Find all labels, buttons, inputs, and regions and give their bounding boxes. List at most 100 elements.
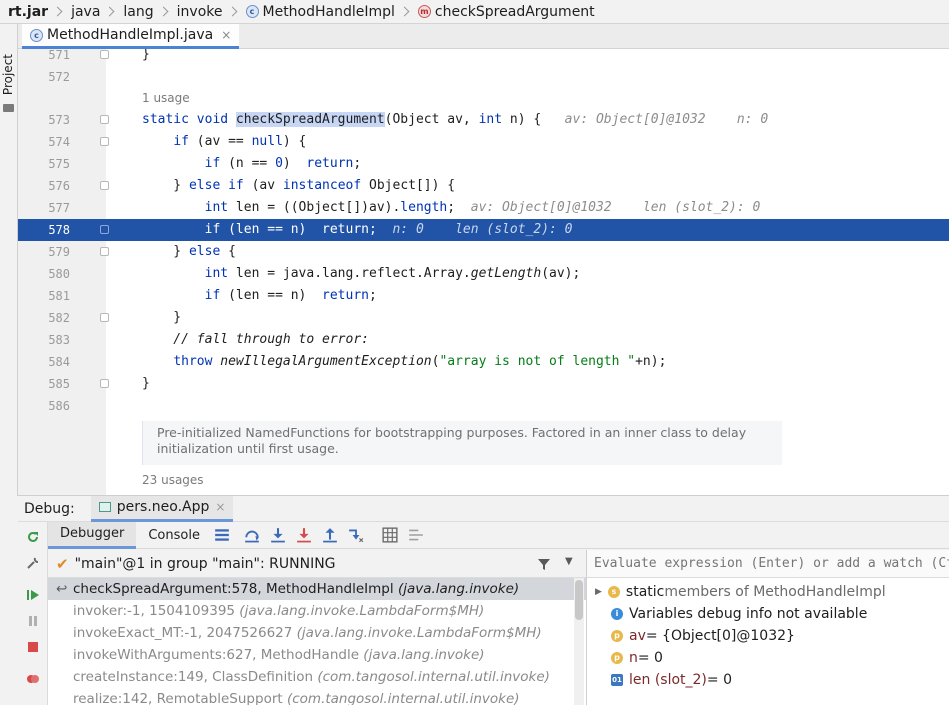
class-icon: c — [245, 5, 259, 18]
chevron-down-icon[interactable]: ▼ — [565, 556, 573, 567]
chevron-right-icon[interactable]: ▶ — [595, 581, 602, 603]
step-over-icon[interactable] — [244, 527, 260, 543]
tab-console[interactable]: Console — [136, 522, 212, 549]
run-to-cursor-icon[interactable] — [348, 527, 364, 543]
step-into-icon[interactable] — [270, 527, 286, 543]
code-line[interactable]: 574 if (av == null) { — [18, 131, 949, 153]
filter-icon[interactable] — [537, 558, 551, 571]
code-line[interactable]: 579 } else { — [18, 241, 949, 263]
execution-point-line[interactable]: 578 if (len == n) return; n: 0 len (slot… — [18, 219, 949, 241]
code-line[interactable]: 576 } else if (av instanceof Object[]) { — [18, 175, 949, 197]
fold-icon[interactable] — [100, 313, 109, 322]
line-number: 574 — [48, 135, 70, 149]
code-line[interactable]: 572 — [18, 66, 949, 88]
debug-info-message: Variables debug info not available — [629, 606, 868, 622]
code-line[interactable]: 573 static void checkSpreadArgument(Obje… — [18, 109, 949, 131]
static-icon: s — [607, 586, 620, 598]
variable-row-av[interactable]: p av = {Object[0]@1032} — [611, 625, 795, 647]
code-text: int len = ((Object[])av).length; av: Obj… — [204, 200, 761, 215]
variable-value: = 0 — [637, 650, 663, 666]
breadcrumb-item-method[interactable]: m checkSpreadArgument — [417, 4, 595, 20]
frames-scrollbar[interactable] — [574, 578, 584, 705]
code-line[interactable]: 581 if (len == n) return; — [18, 285, 949, 307]
frame-name: invokeWithArguments:627, MethodHandle — [73, 647, 364, 663]
frame-package: (java.lang.invoke) — [397, 581, 520, 597]
breadcrumb-item-invoke[interactable]: invoke — [177, 4, 223, 20]
variable-name: len (slot_2) — [629, 672, 707, 688]
code-line[interactable]: 583 // fall through to error: — [18, 329, 949, 351]
breadcrumb-item-lang[interactable]: lang — [123, 4, 153, 20]
breadcrumb-item-class[interactable]: c MethodHandleImpl — [245, 3, 395, 20]
rerun-icon[interactable] — [26, 530, 40, 544]
step-out-icon[interactable] — [322, 527, 338, 543]
variable-name: av — [629, 628, 646, 644]
close-icon[interactable]: × — [221, 28, 231, 42]
evaluate-expression-input[interactable] — [587, 550, 949, 578]
fold-icon[interactable] — [100, 379, 109, 388]
stack-frame-item[interactable]: invoker:-1, 1504109395 (java.lang.invoke… — [48, 600, 586, 622]
code-text: } else if (av instanceof Object[]) { — [142, 178, 456, 193]
frame-name: invoker:-1, 1504109395 — [73, 603, 240, 619]
fold-icon[interactable] — [100, 50, 109, 59]
breadcrumb-item-jar[interactable]: rt.jar — [8, 4, 48, 20]
stop-icon[interactable] — [26, 640, 40, 654]
view-breakpoints-icon[interactable] — [26, 672, 40, 686]
frame-package: (com.tangosol.internal.util.invoke) — [317, 669, 550, 685]
debug-session-tab[interactable]: pers.neo.App × — [90, 495, 234, 522]
line-number: 576 — [48, 179, 70, 193]
chevron-right-icon — [227, 6, 237, 17]
stack-frame-item[interactable]: invokeExact_MT:-1, 2047526627 (java.lang… — [48, 622, 586, 644]
thread-selector[interactable]: ✔ "main"@1 in group "main": RUNNING ▼ — [48, 550, 586, 578]
force-step-into-icon[interactable] — [296, 527, 312, 543]
usage-hint[interactable]: 23 usages — [142, 473, 204, 487]
variable-row-static[interactable]: ▶ s static members of MethodHandleImpl — [595, 581, 886, 603]
pause-icon[interactable] — [26, 614, 40, 628]
line-number: 581 — [48, 289, 70, 303]
code-line[interactable]: 586 — [18, 395, 949, 417]
stack-frame-item[interactable]: realize:142, RemotableSupport (com.tango… — [48, 688, 586, 705]
resume-icon[interactable] — [26, 588, 40, 602]
code-text: if (av == null) { — [173, 134, 307, 149]
checkmark-icon: ✔ — [56, 554, 69, 573]
line-number: 582 — [48, 311, 70, 325]
frame-package: (com.tangosol.internal.util.invoke) — [286, 691, 520, 705]
code-line[interactable]: 571 } — [18, 49, 949, 66]
breadcrumb-item-java[interactable]: java — [71, 4, 100, 20]
editor-tab-file[interactable]: c MethodHandleImpl.java × — [22, 24, 240, 49]
fold-icon[interactable] — [100, 115, 109, 124]
breadcrumb-class-label: MethodHandleImpl — [262, 3, 395, 20]
info-icon: i — [611, 608, 623, 620]
fold-icon[interactable] — [100, 225, 109, 234]
code-line[interactable]: 584 throw newIllegalArgumentException("a… — [18, 351, 949, 373]
stack-frame-item[interactable]: ↩ checkSpreadArgument:578, MethodHandleI… — [48, 578, 586, 600]
code-comment: // fall through to error: — [142, 332, 369, 347]
close-icon[interactable]: × — [215, 500, 225, 514]
folder-icon[interactable] — [3, 104, 14, 112]
code-line[interactable]: 575 if (n == 0) return; — [18, 153, 949, 175]
code-editor[interactable]: 571 } 572 1 usage 573 static void checkS… — [18, 49, 949, 495]
variable-row-len[interactable]: 01 len (slot_2) = 0 — [611, 669, 732, 691]
return-arrow-icon: ↩ — [56, 581, 68, 597]
stack-frame-item[interactable]: invokeWithArguments:627, MethodHandle (j… — [48, 644, 586, 666]
stack-frame-item[interactable]: createInstance:149, ClassDefinition (com… — [48, 666, 586, 688]
trace-icon[interactable] — [408, 527, 424, 543]
scrollbar-thumb[interactable] — [575, 580, 583, 620]
code-line[interactable]: 580 int len = java.lang.reflect.Array.ge… — [18, 263, 949, 285]
layout-menu-icon[interactable] — [214, 527, 230, 543]
line-number: 584 — [48, 355, 70, 369]
variable-row-n[interactable]: p n = 0 — [611, 647, 663, 669]
evaluate-expression-icon[interactable] — [382, 527, 398, 543]
fold-icon[interactable] — [100, 137, 109, 146]
project-tool-button[interactable]: Project — [1, 54, 17, 95]
fold-icon[interactable] — [100, 247, 109, 256]
variable-row-info[interactable]: i Variables debug info not available — [611, 603, 867, 625]
tab-debugger[interactable]: Debugger — [48, 521, 137, 549]
fold-icon[interactable] — [100, 181, 109, 190]
usage-hint[interactable]: 1 usage — [142, 91, 190, 105]
static-keyword: static — [625, 584, 665, 600]
rendered-doc-comment[interactable]: Pre-initialized NamedFunctions for boots… — [142, 421, 782, 465]
code-line[interactable]: 577 int len = ((Object[])av).length; av:… — [18, 197, 949, 219]
code-line[interactable]: 585 } — [18, 373, 949, 395]
wrench-icon[interactable] — [26, 556, 40, 570]
code-line[interactable]: 582 } — [18, 307, 949, 329]
